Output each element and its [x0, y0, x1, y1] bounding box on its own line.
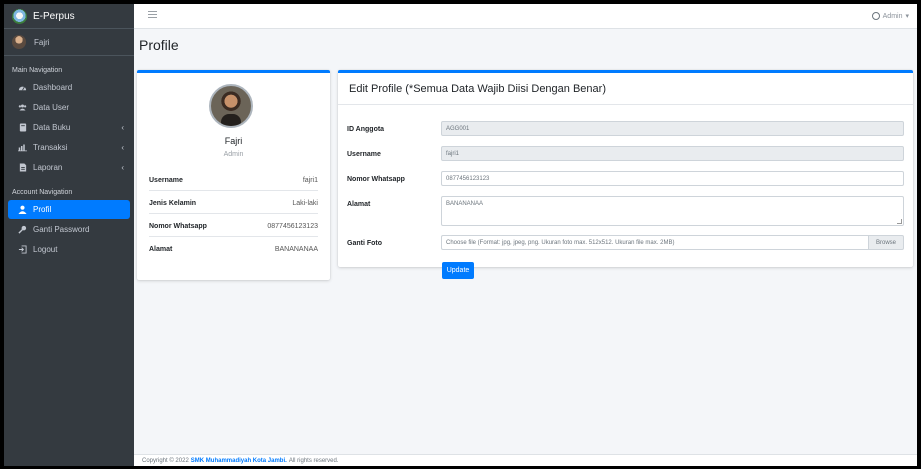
sidebar-item-label: Profil [33, 205, 52, 214]
profile-row-value: Laki-laki [292, 199, 318, 207]
nav-header-main: Main Navigation [12, 67, 63, 74]
users-icon [18, 103, 27, 112]
field-label: ID Anggota [347, 126, 385, 133]
chevron-left-icon: ‹ [121, 143, 124, 152]
sidebar-item-logout[interactable]: Logout [8, 240, 130, 259]
whatsapp-input[interactable]: 0877456123123 [441, 171, 904, 186]
profile-role: Admin [223, 151, 244, 158]
edit-profile-card: Edit Profile (*Semua Data Wajib Diisi De… [338, 70, 913, 279]
top-navbar: Admin ▾ [134, 4, 917, 29]
user-avatar [12, 35, 26, 49]
edit-profile-title: Edit Profile (*Semua Data Wajib Diisi De… [338, 73, 913, 105]
footer-org-link[interactable]: SMK Muhammadiyah Kota Jambi. [191, 458, 287, 464]
sidebar-item-label: Transaksi [33, 143, 68, 152]
brand-logo-icon [12, 8, 27, 24]
book-icon [18, 123, 27, 132]
update-button[interactable]: Update [442, 262, 474, 279]
key-icon [18, 225, 27, 234]
field-ganti-foto: Ganti Foto Choose file (Format: jpg, jpe… [347, 235, 904, 250]
sidebar-item-data-user[interactable]: Data User [8, 98, 130, 117]
admin-user-menu[interactable]: Admin ▾ [871, 12, 909, 20]
profile-row-value: BANANANAA [274, 246, 318, 253]
browse-button[interactable]: Browse [868, 235, 904, 250]
caret-down-icon: ▾ [905, 13, 909, 20]
id-anggota-input[interactable]: AGG001 [441, 121, 904, 136]
sidebar-item-label: Data Buku [33, 123, 71, 132]
user-panel[interactable]: Fajri [4, 29, 134, 56]
foto-file-input[interactable]: Choose file (Format: jpg, jpeg, png. Uku… [441, 235, 904, 250]
sidebar-item-label: Dashboard [33, 83, 73, 92]
sidebar-item-label: Laporan [33, 163, 63, 172]
nav-header-account: Account Navigation [12, 189, 73, 196]
sidebar-item-transaksi[interactable]: Transaksi ‹ [8, 138, 130, 157]
profile-card: Fajri Admin Username fajri1 Jenis Kelami… [137, 70, 330, 280]
chart-icon [18, 143, 27, 152]
field-label: Nomor Whatsapp [347, 176, 405, 183]
dashboard-icon [18, 83, 27, 92]
menu-toggle-icon[interactable] [148, 11, 157, 19]
sidebar-item-label: Logout [33, 245, 58, 254]
profile-photo [209, 84, 253, 128]
sidebar-item-dashboard[interactable]: Dashboard [8, 78, 130, 97]
sidebar-item-ganti-password[interactable]: Ganti Password [8, 220, 130, 239]
sidebar: E-Perpus Fajri Main Navigation Dashboard… [4, 4, 134, 466]
username-input[interactable]: fajri1 [441, 146, 904, 161]
user-icon [18, 205, 27, 214]
file-placeholder: Choose file (Format: jpg, jpeg, png. Uku… [441, 235, 868, 250]
profile-row-key: Username [149, 176, 183, 184]
field-label: Ganti Foto [347, 240, 382, 247]
field-whatsapp: Nomor Whatsapp 0877456123123 [347, 171, 904, 186]
report-icon [18, 163, 27, 172]
sidebar-item-laporan[interactable]: Laporan ‹ [8, 158, 130, 177]
resize-grip-icon[interactable] [897, 219, 902, 224]
profile-row: Jenis Kelamin Laki-laki [149, 193, 318, 214]
admin-user-label: Admin [882, 12, 903, 20]
sidebar-item-data-buku[interactable]: Data Buku ‹ [8, 118, 130, 137]
profile-row-value: fajri1 [302, 176, 318, 184]
field-id-anggota: ID Anggota AGG001 [347, 121, 904, 136]
profile-row: Nomor Whatsapp 0877456123123 [149, 216, 318, 237]
brand-link[interactable]: E-Perpus [4, 4, 134, 29]
footer-prefix: Copyright © 2022 [142, 457, 189, 464]
profile-row-key: Jenis Kelamin [149, 199, 197, 207]
brand-name: E-Perpus [33, 10, 75, 22]
profile-row-key: Nomor Whatsapp [149, 222, 207, 230]
profile-row-key: Alamat [149, 246, 173, 253]
logout-icon [18, 245, 27, 254]
chevron-left-icon: ‹ [121, 163, 124, 172]
chevron-left-icon: ‹ [121, 123, 124, 132]
alamat-value: BANANANAA [446, 201, 484, 207]
profile-row: Alamat BANANANAA [149, 239, 318, 260]
field-label: Username [347, 151, 381, 158]
page-title: Profile [139, 37, 179, 53]
field-alamat: Alamat BANANANAA [347, 196, 904, 226]
sidebar-item-label: Data User [33, 103, 70, 112]
footer: Copyright © 2022 SMK Muhammadiyah Kota J… [134, 454, 917, 466]
footer-suffix: All rights reserved. [288, 457, 339, 464]
alamat-textarea[interactable]: BANANANAA [441, 196, 904, 226]
profile-name: Fajri [224, 136, 243, 146]
field-label: Alamat [347, 201, 371, 208]
sidebar-item-profil[interactable]: Profil [8, 200, 130, 219]
sidebar-item-label: Ganti Password [33, 225, 90, 234]
user-circle-icon [871, 12, 880, 20]
profile-row: Username fajri1 [149, 170, 318, 191]
user-panel-name: Fajri [34, 37, 50, 47]
field-username: Username fajri1 [347, 146, 904, 161]
profile-row-value: 0877456123123 [267, 222, 318, 230]
